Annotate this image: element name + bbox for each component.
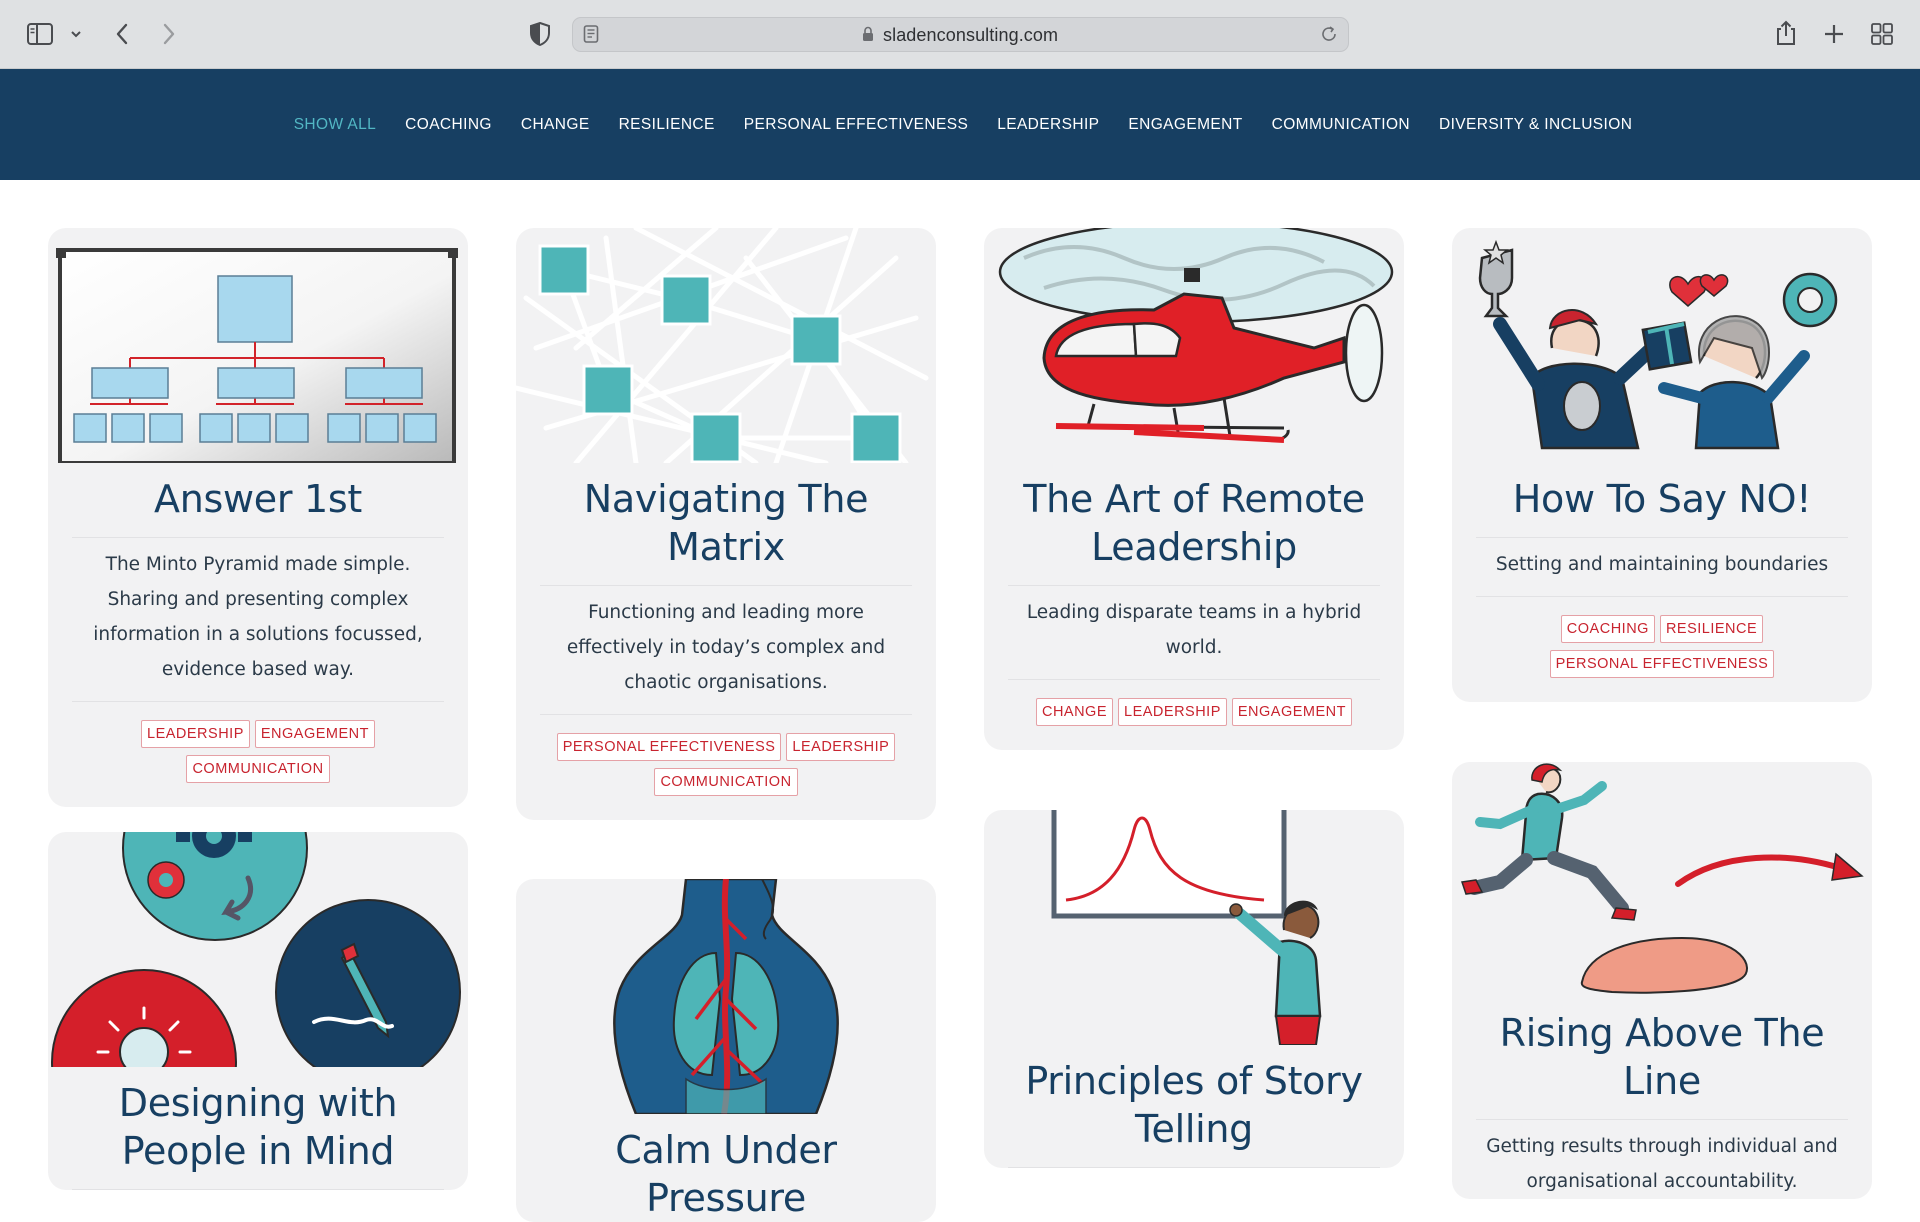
course-card-remote-leadership[interactable]: The Art of Remote Leadership Leading dis… (984, 228, 1404, 750)
sidebar-toggle-icon[interactable] (26, 22, 54, 46)
tag-list: CHANGE LEADERSHIP ENGAGEMENT (1008, 679, 1380, 750)
filter-personal-effectiveness[interactable]: PERSONAL EFFECTIVENESS (729, 116, 982, 134)
tag-communication[interactable]: COMMUNICATION (186, 755, 330, 783)
tag-list: LEADERSHIP ENGAGEMENT COMMUNICATION (72, 701, 444, 807)
card-description: Functioning and leading more effectively… (566, 602, 886, 693)
forward-arrow-icon[interactable] (157, 20, 181, 48)
filter-coaching[interactable]: COACHING (391, 116, 507, 134)
category-filter-nav: SHOW ALL COACHING CHANGE RESILIENCE PERS… (0, 69, 1920, 180)
divider (1008, 1167, 1380, 1168)
card-title[interactable]: Rising Above The Line (1452, 997, 1872, 1105)
back-arrow-icon[interactable] (110, 20, 134, 48)
people-juggling-illustration (1452, 228, 1872, 463)
filter-change[interactable]: CHANGE (506, 116, 604, 134)
human-torso-illustration (516, 879, 936, 1114)
browser-toolbar: sladenconsulting.com (0, 0, 1920, 69)
course-card-how-to-say-no[interactable]: How To Say NO! Setting and maintaining b… (1452, 228, 1872, 702)
course-card-navigating-the-matrix[interactable]: Navigating The Matrix Functioning and le… (516, 228, 936, 820)
tag-leadership[interactable]: LEADERSHIP (1118, 698, 1227, 726)
tag-change[interactable]: CHANGE (1035, 698, 1114, 726)
page-icon (583, 25, 601, 45)
course-card-rising-above-the-line[interactable]: Rising Above The Line Getting results th… (1452, 762, 1872, 1199)
person-drawing-curve-illustration (984, 810, 1404, 1045)
design-circles-illustration (48, 832, 468, 1067)
tag-list: COACHING RESILIENCE PERSONAL EFFECTIVENE… (1476, 596, 1848, 702)
lock-icon (862, 26, 876, 44)
network-matrix-illustration (516, 228, 936, 463)
divider (72, 1189, 444, 1190)
person-leaping-illustration (1452, 762, 1872, 997)
red-helicopter-illustration (984, 228, 1404, 463)
tag-resilience[interactable]: RESILIENCE (1659, 615, 1764, 643)
tag-engagement[interactable]: ENGAGEMENT (1231, 698, 1353, 726)
card-title[interactable]: Designing with People in Mind (48, 1067, 468, 1175)
address-bar[interactable]: sladenconsulting.com (572, 17, 1349, 52)
tag-leadership[interactable]: LEADERSHIP (786, 733, 896, 761)
card-title[interactable]: The Art of Remote Leadership (984, 463, 1404, 571)
card-title[interactable]: How To Say NO! (1452, 463, 1872, 523)
tab-overview-icon[interactable] (1868, 20, 1896, 48)
tag-list: PERSONAL EFFECTIVENESS LEADERSHIP COMMUN… (540, 714, 912, 820)
filter-diversity-inclusion[interactable]: DIVERSITY & INCLUSION (1425, 116, 1647, 134)
filter-show-all[interactable]: SHOW ALL (279, 116, 390, 134)
course-card-answer-1st[interactable]: Answer 1st The Minto Pyramid made simple… (48, 228, 468, 807)
tag-coaching[interactable]: COACHING (1560, 615, 1655, 643)
reload-icon[interactable] (1320, 25, 1340, 45)
pyramid-chart-illustration (48, 228, 468, 463)
tag-engagement[interactable]: ENGAGEMENT (254, 720, 375, 748)
card-title[interactable]: Calm Under Pressure (516, 1114, 936, 1222)
card-description: The Minto Pyramid made simple. Sharing a… (93, 554, 423, 680)
share-icon[interactable] (1772, 18, 1800, 48)
chevron-down-icon[interactable] (68, 22, 84, 46)
filter-communication[interactable]: COMMUNICATION (1257, 116, 1424, 134)
tag-leadership[interactable]: LEADERSHIP (141, 720, 250, 748)
tag-personal-effectiveness[interactable]: PERSONAL EFFECTIVENESS (1549, 650, 1775, 678)
filter-leadership[interactable]: LEADERSHIP (983, 116, 1114, 134)
card-title[interactable]: Answer 1st (48, 463, 468, 523)
tag-communication[interactable]: COMMUNICATION (654, 768, 798, 796)
card-description: Setting and maintaining boundaries (1495, 554, 1829, 575)
card-title[interactable]: Navigating The Matrix (516, 463, 936, 571)
privacy-shield-icon[interactable] (527, 21, 553, 47)
new-tab-icon[interactable] (1820, 20, 1848, 48)
filter-resilience[interactable]: RESILIENCE (604, 116, 729, 134)
course-card-calm-under-pressure[interactable]: Calm Under Pressure (516, 879, 936, 1222)
course-card-story-telling[interactable]: Principles of Story Telling (984, 810, 1404, 1168)
card-description: Leading disparate teams in a hybrid worl… (1026, 602, 1362, 658)
url-text[interactable]: sladenconsulting.com (883, 25, 1058, 46)
tag-personal-effectiveness[interactable]: PERSONAL EFFECTIVENESS (556, 733, 782, 761)
course-card-designing-with-people[interactable]: Designing with People in Mind (48, 832, 468, 1190)
card-description: Getting results through individual and o… (1486, 1136, 1838, 1192)
filter-engagement[interactable]: ENGAGEMENT (1114, 116, 1257, 134)
card-title[interactable]: Principles of Story Telling (984, 1045, 1404, 1153)
